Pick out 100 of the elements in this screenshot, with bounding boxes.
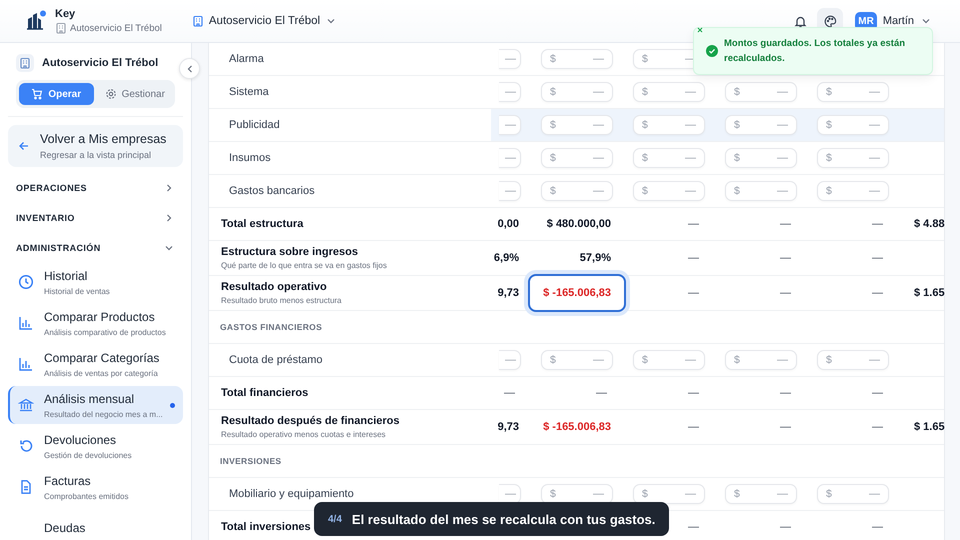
cell-value: —: [688, 521, 700, 533]
row-label: Cuota de préstamo: [229, 354, 323, 366]
user-name: Martín: [882, 15, 914, 27]
close-icon[interactable]: [696, 26, 704, 34]
amount-field[interactable]: $ —: [725, 82, 797, 102]
cell-value: $ 1.65: [914, 287, 946, 299]
arrow-left-icon: [18, 140, 30, 152]
cell-value: —: [780, 218, 792, 230]
amount-field[interactable]: $ —: [725, 484, 797, 504]
nav-item-subtitle: Análisis comparativo de productos: [44, 328, 167, 336]
building-icon: [19, 57, 31, 69]
nav-item-subtitle: Análisis de ventas por categoría: [44, 368, 159, 378]
amount-field[interactable]: $ —: [817, 484, 889, 504]
cell-value: 9,73: [498, 287, 520, 299]
amount-field[interactable]: —: [499, 350, 521, 370]
amount-field[interactable]: $ —: [817, 115, 889, 135]
back-link-title: Volver a Mis empresas: [40, 132, 166, 146]
cell-value: —: [780, 421, 792, 433]
company-name: Autoservicio El Trébol: [42, 57, 158, 69]
business-name: Autoservicio El Trébol: [70, 22, 162, 34]
nav-item[interactable]: Facturas Comprobantes emitidos: [8, 468, 183, 506]
amount-field[interactable]: $ —: [541, 82, 613, 102]
amount-field[interactable]: $ —: [725, 115, 797, 135]
amount-field[interactable]: $ —: [725, 350, 797, 370]
check-circle-icon: [706, 45, 718, 57]
row-description: Qué parte de lo que entra se va en gastos fijos: [221, 261, 387, 270]
nav-item-title: Facturas: [44, 474, 92, 488]
step-counter: 4/4: [328, 514, 342, 524]
cell-value: —: [780, 521, 792, 533]
row-label: Publicidad: [229, 119, 280, 131]
amount-field[interactable]: $ —: [541, 350, 613, 370]
amount-field[interactable]: $ —: [633, 115, 705, 135]
amount-field[interactable]: $ —: [817, 350, 889, 370]
cell-value: 6,9%: [494, 252, 520, 264]
amount-field[interactable]: —: [499, 148, 521, 168]
amount-field[interactable]: $ —: [725, 181, 797, 201]
cell-value: —: [688, 287, 700, 299]
amount-field[interactable]: —: [499, 82, 521, 102]
amount-field[interactable]: $ —: [633, 484, 705, 504]
nav-item[interactable]: Deudas: [8, 509, 183, 540]
nav-item[interactable]: Análisis mensual Resultado del negocio mes a m...: [8, 386, 183, 424]
cell-value: 0,00: [498, 218, 520, 230]
row-label: Total inversiones: [221, 521, 311, 533]
back-link[interactable]: Volver a Mis empresas Regresar a la vista principal: [8, 125, 183, 167]
cell-value: —: [872, 421, 884, 433]
row-label: Estructura sobre ingresos: [221, 246, 358, 258]
bar-chart-icon: [18, 315, 34, 331]
row-description: Resultado operativo menos cuotas e intereses: [221, 430, 386, 439]
cell-value: 9,73: [498, 421, 520, 433]
row-label: Alarma: [229, 53, 264, 65]
building-icon: [192, 15, 204, 27]
cell-value: $ 480.000,00: [546, 218, 612, 230]
cell-value: $ 1.65: [914, 421, 946, 433]
section-header[interactable]: INVENTARIO: [0, 203, 191, 233]
amount-field[interactable]: $ —: [541, 115, 613, 135]
active-dot: [170, 402, 175, 408]
cell-value: —: [688, 218, 700, 230]
amount-field[interactable]: $ —: [633, 148, 705, 168]
section-header[interactable]: ADMINISTRACIÓN: [0, 233, 191, 263]
amount-field[interactable]: $ —: [817, 148, 889, 168]
nav-item[interactable]: Historial Historial de ventas: [8, 263, 183, 301]
tour-message: El resultado del mes se recalcula con tus gastos.: [352, 512, 656, 526]
amount-field[interactable]: $ —: [541, 49, 613, 69]
nav-item[interactable]: Comparar Productos Análisis comparativo de productos: [8, 304, 183, 342]
back-link-subtitle: Regresar a la vista principal: [40, 150, 152, 160]
amount-field[interactable]: $ —: [817, 82, 889, 102]
nav-item-title: Deudas: [44, 521, 86, 535]
cart-icon: [31, 88, 44, 100]
nav-item[interactable]: Comparar Categorías Análisis de ventas por categoría: [8, 345, 183, 383]
amount-field[interactable]: —: [499, 484, 521, 504]
section-heading: GASTOS FINANCIEROS: [220, 322, 322, 332]
amount-field[interactable]: —: [499, 115, 521, 135]
amount-field[interactable]: $ —: [725, 148, 797, 168]
amount-field[interactable]: —: [499, 49, 521, 69]
building-icon: [55, 22, 67, 34]
app-name: Key: [55, 8, 76, 20]
amount-field[interactable]: —: [499, 181, 521, 201]
row-label: Total estructura: [221, 218, 304, 230]
mode-tab[interactable]: Gestionar: [98, 83, 172, 105]
logo-icon: [25, 10, 47, 32]
cell-value: —: [688, 252, 700, 264]
row-label: Gastos bancarios: [229, 185, 315, 197]
nav-item[interactable]: Devoluciones Gestión de devoluciones: [8, 427, 183, 465]
amount-field[interactable]: $ —: [541, 181, 613, 201]
mode-tab[interactable]: Operar: [19, 83, 94, 105]
nav-item-subtitle: Resultado del negocio mes a m...: [44, 410, 160, 418]
amount-field[interactable]: $ —: [633, 350, 705, 370]
nav-item-subtitle: Gestión de devoluciones: [44, 450, 133, 460]
bell-icon[interactable]: [794, 14, 808, 28]
amount-field[interactable]: $ —: [633, 82, 705, 102]
bar-chart-icon: [18, 356, 34, 372]
amount-field[interactable]: $ —: [633, 181, 705, 201]
undo-icon: [18, 438, 34, 454]
amount-field[interactable]: $ —: [541, 148, 613, 168]
amount-field[interactable]: $ —: [817, 181, 889, 201]
palette-icon: [824, 14, 837, 28]
row-label: Sistema: [229, 86, 269, 98]
company-selector[interactable]: Autoservicio El Trébol: [190, 13, 340, 29]
section-header[interactable]: OPERACIONES: [0, 173, 191, 203]
amount-field[interactable]: $ —: [541, 484, 613, 504]
